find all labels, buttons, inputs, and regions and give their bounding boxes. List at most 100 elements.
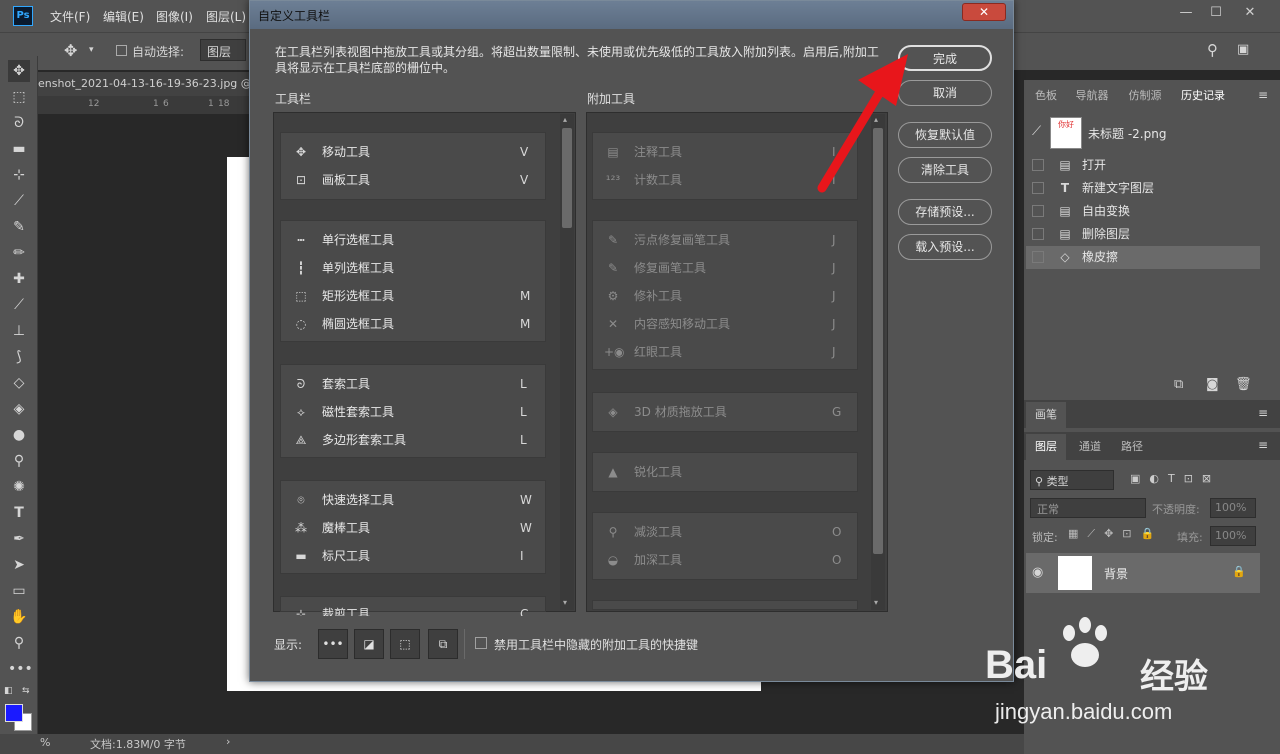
hand-tool-icon[interactable]: ✋ xyxy=(8,606,30,628)
maximize-button[interactable]: ☐ xyxy=(1206,4,1226,22)
load-preset-button[interactable]: 载入预设... xyxy=(898,234,992,260)
disable-shortcuts-checkbox[interactable] xyxy=(475,637,487,649)
history-source-checkbox[interactable] xyxy=(1032,159,1044,171)
panel-menu-icon[interactable]: ≡ xyxy=(1258,88,1268,102)
tool-item[interactable]: ✕ 内容感知移动工具 J xyxy=(592,310,858,338)
tool-item[interactable]: ⚲ 减淡工具 O xyxy=(592,518,858,546)
search-icon[interactable]: ⚲ xyxy=(1207,41,1218,59)
tab-clone-source[interactable]: 仿制源 xyxy=(1120,82,1170,110)
healing-tool-icon[interactable]: ✚ xyxy=(8,268,30,290)
show-screenmode-icon[interactable]: ⧉ xyxy=(428,629,458,659)
tab-channels[interactable]: 通道 xyxy=(1070,434,1110,460)
tool-item[interactable]: ⚙ 修补工具 J xyxy=(592,282,858,310)
history-source-checkbox[interactable] xyxy=(1032,228,1044,240)
marquee-tool-icon[interactable]: ⬚ xyxy=(8,86,30,108)
swap-colors-icon[interactable]: ⇆ xyxy=(22,686,30,696)
eyedropper-tool-icon[interactable]: ⟋ xyxy=(8,190,30,212)
close-window-button[interactable]: ✕ xyxy=(1240,4,1260,22)
restore-defaults-button[interactable]: 恢复默认值 xyxy=(898,122,992,148)
layer-filter-icons[interactable]: ▣◐T⊡⊠ xyxy=(1130,472,1220,485)
history-brush-icon[interactable]: ⟋ xyxy=(1032,124,1041,139)
new-document-icon[interactable]: ⧉ xyxy=(1174,377,1183,392)
history-source-checkbox[interactable] xyxy=(1032,182,1044,194)
blend-mode-dropdown[interactable]: 正常 xyxy=(1030,498,1146,518)
tab-swatches[interactable]: 色板 xyxy=(1026,82,1066,110)
history-item-selected[interactable]: ◇ 橡皮擦 xyxy=(1026,246,1260,269)
move-tool-icon[interactable]: ✥ xyxy=(8,60,30,82)
history-item[interactable]: ▤ 打开 xyxy=(1026,154,1260,177)
history-item[interactable]: ▤ 删除图层 xyxy=(1026,223,1260,246)
tool-item[interactable]: ⬚ 矩形选框工具 M xyxy=(280,282,546,310)
dialog-close-button[interactable]: ✕ xyxy=(962,3,1006,21)
paint-brush-icon[interactable]: ⟋ xyxy=(8,294,30,316)
tool-item[interactable]: ⟡ 磁性套索工具 L xyxy=(280,398,546,426)
document-tab[interactable]: enshot_2021-04-13-16-19-36-23.jpg @ xyxy=(38,72,258,96)
tool-item[interactable]: ✎ 修复画笔工具 J xyxy=(592,254,858,282)
tab-history[interactable]: 历史记录 xyxy=(1172,82,1234,110)
tool-item[interactable]: ⁂ 魔棒工具 W xyxy=(280,514,546,542)
shape-tool-icon[interactable]: ▭ xyxy=(8,580,30,602)
eraser-tool-icon[interactable]: ◇ xyxy=(8,372,30,394)
done-button[interactable]: 完成 xyxy=(898,45,992,71)
tool-item[interactable]: ⌾ 快速选择工具 W xyxy=(280,486,546,514)
cancel-button[interactable]: 取消 xyxy=(898,80,992,106)
type-tool-icon[interactable]: T xyxy=(8,502,30,524)
history-item[interactable]: T 新建文字图层 xyxy=(1026,177,1260,200)
show-color-icon[interactable]: ◪ xyxy=(354,629,384,659)
minimize-button[interactable]: — xyxy=(1176,4,1196,22)
menu-file[interactable]: 文件(F) xyxy=(50,8,90,25)
dodge-tool-icon[interactable]: ⚲ xyxy=(8,450,30,472)
tool-item[interactable]: ┅ 单行选框工具 xyxy=(280,226,546,254)
tool-item[interactable]: ◒ 加深工具 O xyxy=(592,546,858,574)
ruler-tool-icon[interactable]: ▬ xyxy=(8,138,30,160)
foreground-color-swatch[interactable] xyxy=(5,704,23,722)
more-tools-icon[interactable]: ••• xyxy=(8,658,33,680)
history-brush-icon[interactable]: ⟆ xyxy=(8,346,30,368)
opacity-input[interactable]: 100% xyxy=(1210,498,1256,518)
tab-layers[interactable]: 图层 xyxy=(1026,434,1066,460)
tool-item[interactable]: +◉ 红眼工具 J xyxy=(592,338,858,366)
history-snapshot-thumbnail[interactable]: 你好 xyxy=(1050,117,1082,149)
menu-edit[interactable]: 编辑(E) xyxy=(103,8,144,25)
pen-tool-icon[interactable]: ✒ xyxy=(8,528,30,550)
eye-icon[interactable]: ◉ xyxy=(1032,565,1043,580)
scroll-up-icon[interactable]: ▴ xyxy=(563,115,567,124)
tool-item[interactable]: ⊹ 裁剪工具 C xyxy=(280,602,546,616)
move-icon[interactable]: ✥ xyxy=(64,41,77,60)
brush-tool-icon[interactable]: ✎ xyxy=(8,216,30,238)
auto-select-dropdown[interactable]: 图层 xyxy=(200,39,246,61)
tool-item[interactable]: ⟁ 多边形套索工具 L xyxy=(280,426,546,454)
menu-image[interactable]: 图像(I) xyxy=(156,8,193,25)
extra-group-more[interactable] xyxy=(592,600,858,610)
crop-tool-icon[interactable]: ⊹ xyxy=(8,164,30,186)
history-item[interactable]: ▤ 自由变换 xyxy=(1026,200,1260,223)
tab-navigator[interactable]: 导航器 xyxy=(1068,82,1116,110)
tool-item[interactable]: ▲ 锐化工具 xyxy=(592,458,858,486)
tool-item[interactable]: ᘐ 套索工具 L xyxy=(280,370,546,398)
tool-item[interactable]: ✥ 移动工具 V xyxy=(280,138,546,166)
tool-item[interactable]: ◌ 椭圆选框工具 M xyxy=(280,310,546,338)
blur-tool-icon[interactable]: ● xyxy=(8,424,30,446)
history-source-checkbox[interactable] xyxy=(1032,205,1044,217)
trash-icon[interactable]: 🗑 xyxy=(1235,377,1252,392)
tool-item[interactable]: ┇ 单列选框工具 xyxy=(280,254,546,282)
bucket-tool-icon[interactable]: ◈ xyxy=(8,398,30,420)
sponge-tool-icon[interactable]: ✺ xyxy=(8,476,30,498)
auto-select-checkbox[interactable] xyxy=(116,45,127,56)
chevron-right-icon[interactable]: › xyxy=(226,735,230,748)
save-preset-button[interactable]: 存储预设... xyxy=(898,199,992,225)
workspace-icon[interactable]: ▣ xyxy=(1237,42,1249,57)
tool-item[interactable]: ▬ 标尺工具 I xyxy=(280,542,546,570)
lasso-tool-icon[interactable]: ᘐ xyxy=(8,112,30,134)
layer-filter-dropdown[interactable]: ⚲ 类型 xyxy=(1030,470,1114,490)
path-select-icon[interactable]: ➤ xyxy=(8,554,30,576)
scroll-down-icon[interactable]: ▾ xyxy=(874,598,878,607)
tool-item[interactable]: ◈ 3D 材质拖放工具 G xyxy=(592,398,858,426)
default-colors-icon[interactable]: ◧ xyxy=(4,686,13,696)
stamp-tool-icon[interactable]: ⊥ xyxy=(8,320,30,342)
menu-layer[interactable]: 图层(L) xyxy=(206,8,246,25)
camera-icon[interactable]: ◙ xyxy=(1206,377,1219,392)
toolbar-list-scroll-thumb[interactable] xyxy=(562,128,572,228)
pencil-tool-icon[interactable]: ✏ xyxy=(8,242,30,264)
fill-input[interactable]: 100% xyxy=(1210,526,1256,546)
